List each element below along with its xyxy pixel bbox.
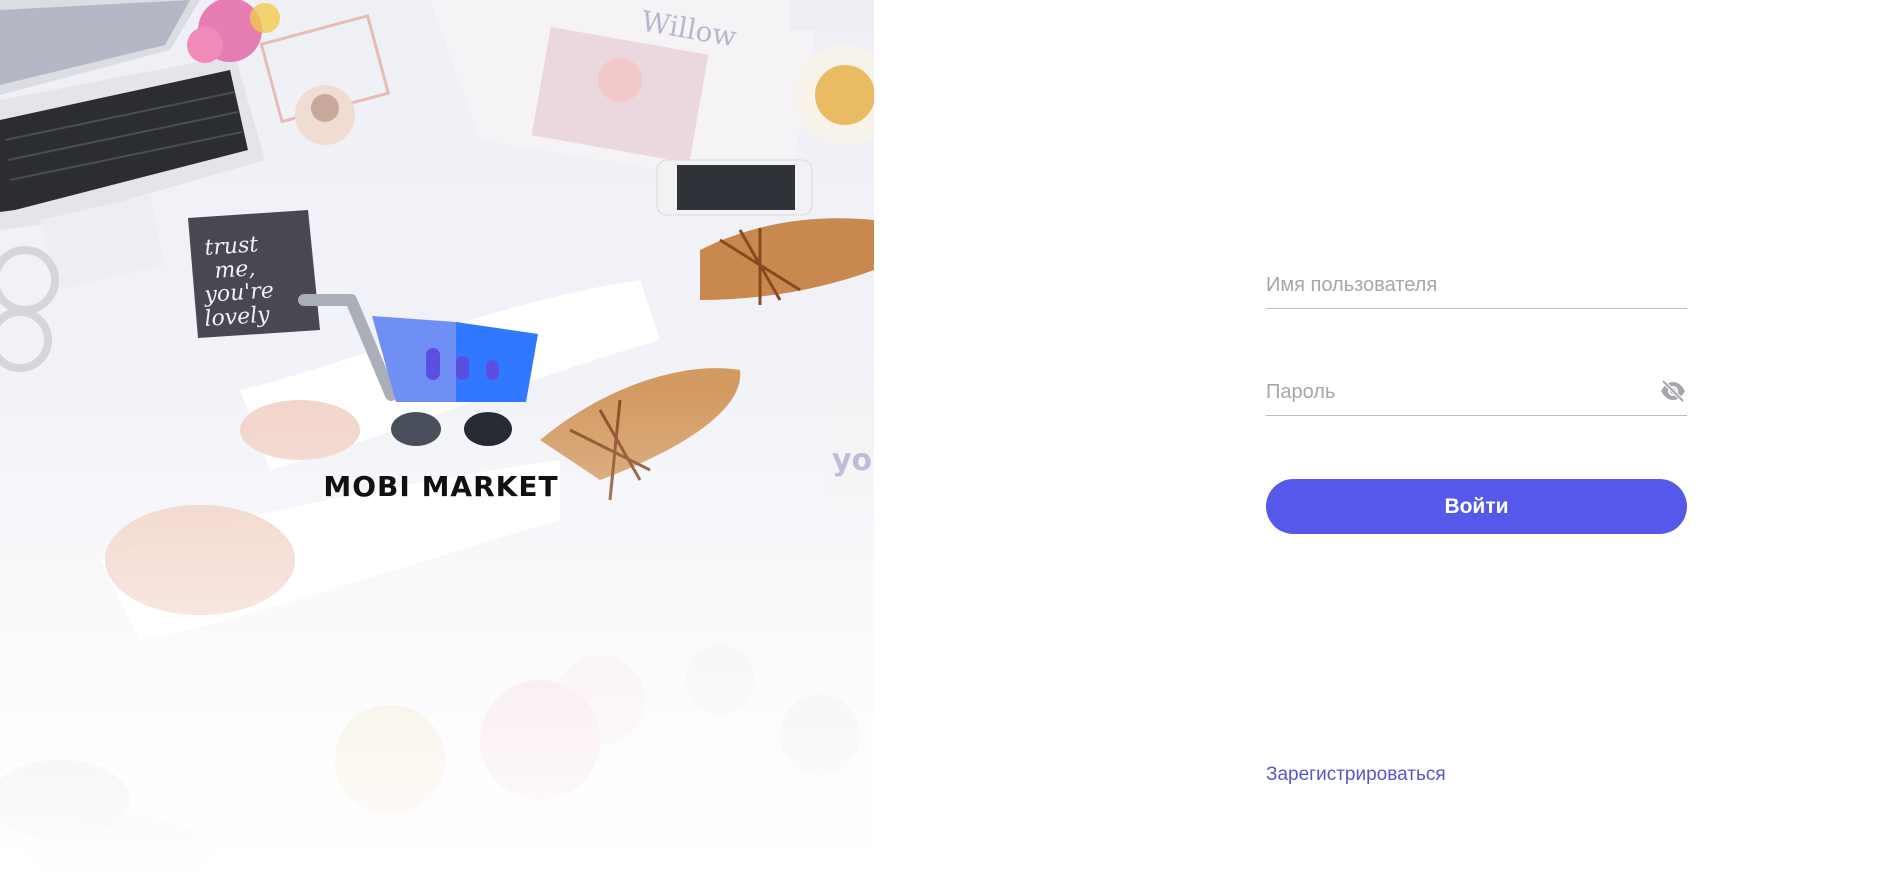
hero-panel: Willow trust me, you're lovely yo MOBI M…	[0, 0, 874, 870]
shopping-cart-icon	[298, 294, 538, 446]
password-field-wrapper	[1266, 369, 1687, 416]
login-page: Willow trust me, you're lovely yo MOBI M…	[0, 0, 1898, 888]
register-link[interactable]: Зарегистрироваться	[1266, 764, 1446, 786]
svg-text:yo: yo	[832, 443, 872, 478]
eye-off-icon[interactable]	[1659, 379, 1687, 403]
brand-name: MOBI MARKET	[323, 470, 559, 503]
login-button[interactable]: Войти	[1266, 479, 1687, 534]
password-input[interactable]	[1266, 369, 1646, 415]
username-input[interactable]	[1266, 262, 1646, 308]
svg-text:lovely: lovely	[204, 302, 271, 332]
brand-logo: MOBI MARKET	[296, 290, 586, 510]
login-form: Войти	[1266, 262, 1687, 534]
username-field-wrapper	[1266, 262, 1687, 309]
